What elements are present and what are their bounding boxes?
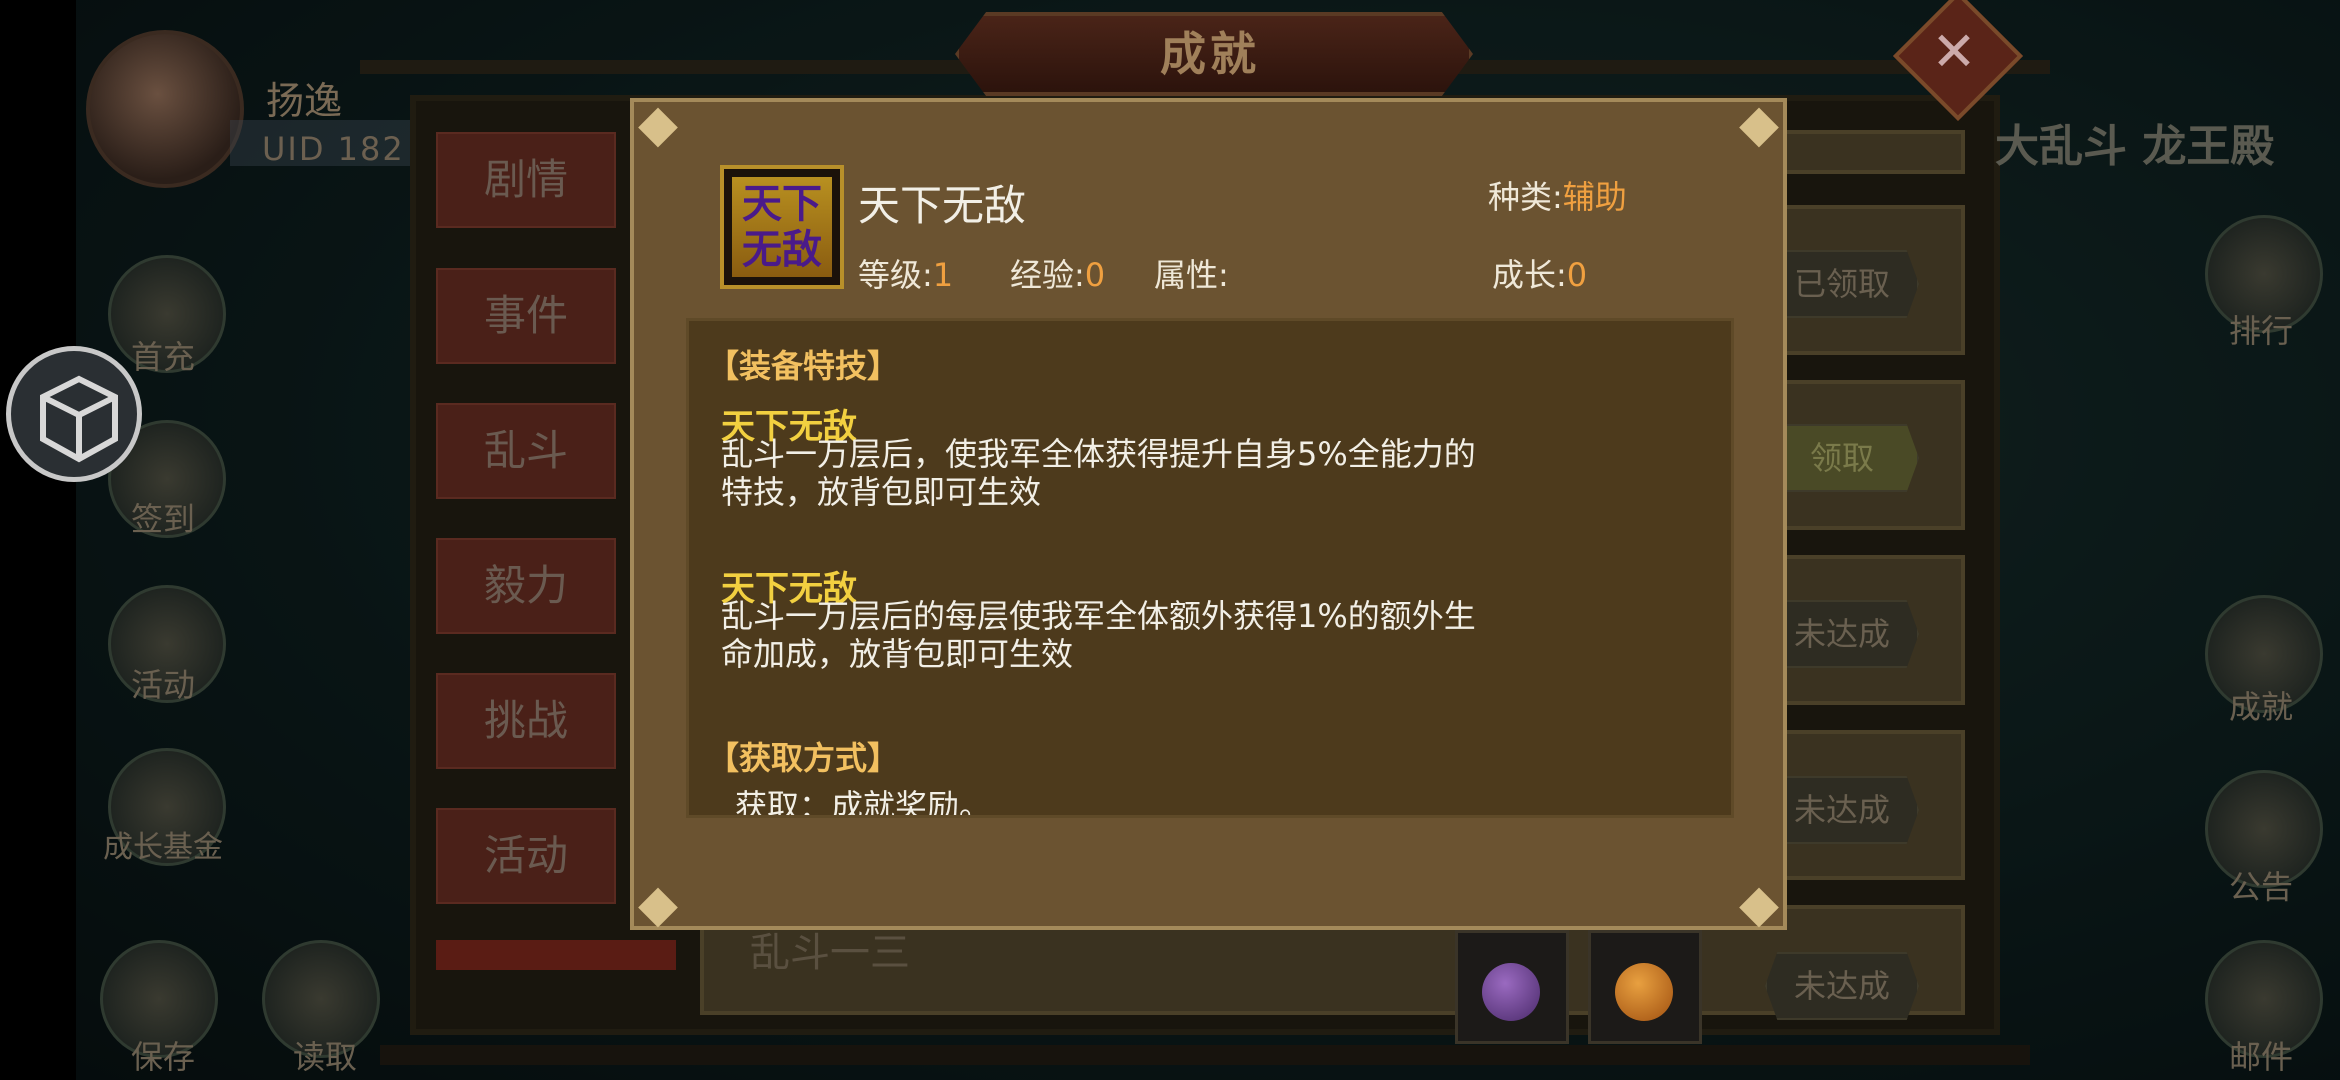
- close-icon[interactable]: ✕: [1912, 14, 1996, 90]
- corner-ornament: ◆: [638, 874, 678, 934]
- cube-icon: [40, 375, 118, 463]
- not-achieved-status: 未达成: [1765, 776, 1919, 844]
- player-name: 扬逸: [266, 79, 343, 123]
- item-level: 等级:1: [858, 256, 954, 294]
- corner-ornament: ◆: [1739, 94, 1779, 154]
- claimed-status: 已领取: [1765, 250, 1919, 318]
- side-label-load: 读取: [292, 1038, 357, 1076]
- side-label-growth-fund: 成长基金: [103, 830, 223, 865]
- item-icon: 天下无敌: [720, 165, 844, 289]
- tab-story[interactable]: 剧情: [436, 132, 616, 228]
- side-label-ranking: 排行: [2228, 312, 2293, 350]
- reward-item-slot[interactable]: [1588, 930, 1702, 1044]
- not-achieved-status: 未达成: [1765, 952, 1919, 1020]
- tab-activity[interactable]: 活动: [436, 808, 616, 904]
- item-icon-text: 天下无敌: [742, 181, 822, 273]
- obtain-text: 获取：成就奖励。: [735, 787, 992, 818]
- item-growth: 成长:0: [1492, 256, 1588, 294]
- skill-description: 乱斗一万层后的每层使我军全体额外获得1%的额外生命加成，放背包即可生效: [721, 597, 1476, 673]
- description-box[interactable]: 【装备特技】 天下无敌 乱斗一万层后，使我军全体获得提升自身5%全能力的特技，放…: [686, 318, 1734, 818]
- tab-perseverance[interactable]: 毅力: [436, 538, 616, 634]
- tab-challenge[interactable]: 挑战: [436, 673, 616, 769]
- side-label-announcement: 公告: [2228, 868, 2293, 906]
- corner-ornament: ◆: [638, 94, 678, 154]
- section-obtain-method: 【获取方式】: [707, 739, 900, 777]
- right-header-text: 大乱斗 龙王殿: [1995, 121, 2275, 172]
- item-attribute: 属性:: [1154, 256, 1229, 294]
- side-label-activity: 活动: [130, 666, 195, 704]
- side-label-sign-in: 签到: [130, 500, 195, 538]
- skill-description: 乱斗一万层后，使我军全体获得提升自身5%全能力的特技，放背包即可生效: [721, 435, 1476, 511]
- tab-partial: [436, 940, 676, 970]
- side-label-achievement: 成就: [2228, 688, 2293, 726]
- item-name: 天下无敌: [858, 181, 1027, 230]
- side-label-save: 保存: [130, 1038, 195, 1076]
- reward-item-slot[interactable]: [1455, 930, 1569, 1044]
- tab-events[interactable]: 事件: [436, 268, 616, 364]
- corner-ornament: ◆: [1739, 874, 1779, 934]
- tab-brawl[interactable]: 乱斗: [436, 403, 616, 499]
- claim-button[interactable]: 领取: [1765, 424, 1919, 492]
- item-kind: 种类:辅助: [1488, 178, 1627, 216]
- player-avatar[interactable]: [86, 30, 244, 188]
- not-achieved-status: 未达成: [1765, 600, 1919, 668]
- side-label-mail: 邮件: [2228, 1038, 2293, 1076]
- item-exp: 经验:0: [1010, 256, 1106, 294]
- floating-cube-button[interactable]: [6, 346, 142, 482]
- player-uid: UID 182: [262, 130, 405, 168]
- panel-title: 成就: [1160, 27, 1260, 81]
- section-equipment-skill: 【装备特技】: [707, 347, 900, 385]
